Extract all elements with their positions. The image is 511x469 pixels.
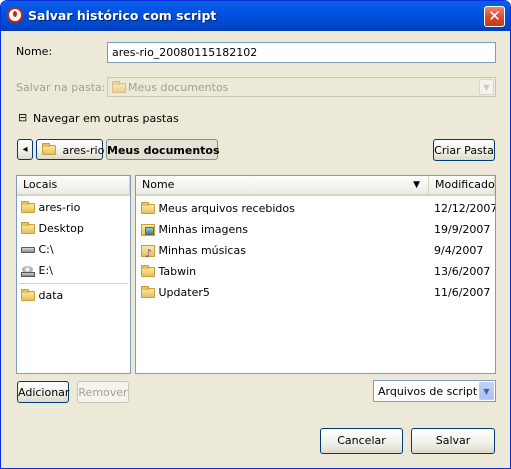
save-in-folder-combo: Meus documentos ▼	[107, 77, 496, 97]
file-list-panel: Nome ▼ Modificado Meus arquivos recebido…	[135, 175, 496, 374]
remove-place-button: Remover	[77, 381, 129, 403]
places-header[interactable]: Locais	[17, 176, 130, 196]
places-separator	[19, 283, 128, 284]
add-place-button[interactable]: Adicionar	[17, 381, 69, 403]
save-button[interactable]: Salvar	[411, 428, 495, 454]
place-item-label: ares-rio	[38, 201, 81, 214]
place-item-label: E:\	[38, 264, 53, 277]
file-name: Tabwin	[158, 265, 197, 278]
file-modified: 19/9/2007	[434, 223, 491, 236]
file-name: Meus arquivos recebidos	[158, 202, 295, 215]
file-row[interactable]: Meus arquivos recebidos	[141, 198, 295, 219]
chevron-down-icon[interactable]: ▼	[479, 382, 494, 400]
file-name: Minhas músicas	[158, 244, 246, 257]
close-icon: ✕	[488, 7, 501, 25]
modified-column-header[interactable]: Modificado	[429, 176, 495, 196]
save-dialog: Salvar histórico com script ✕ Nome: Salv…	[0, 0, 511, 469]
file-modified: 9/4/2007	[434, 244, 484, 257]
place-item-label: data	[38, 289, 64, 302]
filename-field[interactable]	[107, 42, 496, 63]
file-row[interactable]: Minhas imagens	[141, 219, 248, 240]
browse-folders-toggle[interactable]: Navegar em outras pastas	[33, 112, 179, 125]
path-segment-ares-rio[interactable]: ares-rio	[36, 139, 105, 160]
expander-icon[interactable]: ⊟	[18, 111, 27, 124]
folder-icon	[42, 143, 56, 155]
name-column-label: Nome	[142, 178, 175, 191]
places-panel: Locais ares-rio Desktop C:\ E:\ data	[16, 175, 131, 374]
place-item-label: C:\	[38, 243, 54, 256]
name-column-header[interactable]: Nome ▼	[136, 176, 429, 196]
folder-icon	[141, 286, 155, 298]
window-title: Salvar histórico com script	[28, 8, 217, 23]
arrow-left-icon: ◂	[22, 144, 28, 155]
file-type-value: Arquivos de script	[378, 385, 478, 398]
title-bar[interactable]: Salvar histórico com script ✕	[1, 1, 510, 31]
file-row[interactable]: Minhas músicas	[141, 240, 246, 264]
filename-input[interactable]	[108, 43, 495, 62]
save-in-folder-value: Meus documentos	[128, 81, 229, 94]
folder-icon	[141, 265, 155, 277]
place-item-e-drive[interactable]: E:\	[21, 260, 53, 281]
place-item-c-drive[interactable]: C:\	[21, 239, 54, 260]
folder-icon	[112, 81, 126, 93]
folder-icon	[21, 289, 35, 301]
file-row[interactable]: Updater5	[141, 282, 210, 303]
path-segment-meus-documentos[interactable]: Meus documentos	[106, 139, 220, 160]
file-row[interactable]: Tabwin	[141, 261, 196, 282]
create-folder-button[interactable]: Criar Pasta	[433, 139, 495, 161]
close-button[interactable]: ✕	[484, 6, 505, 27]
music-folder-icon	[141, 243, 155, 264]
file-modified: 11/6/2007	[434, 286, 491, 299]
place-item-label: Desktop	[38, 222, 84, 235]
hard-drive-icon	[21, 247, 35, 253]
place-item-ares-rio[interactable]: ares-rio	[21, 197, 80, 218]
path-back-button[interactable]: ◂	[17, 139, 33, 160]
place-item-desktop[interactable]: Desktop	[21, 218, 84, 239]
place-item-data[interactable]: data	[21, 285, 63, 306]
save-in-folder-label: Salvar na pasta:	[16, 81, 106, 94]
name-label: Nome:	[16, 45, 53, 58]
chevron-down-icon: ▼	[479, 79, 494, 95]
file-name: Updater5	[158, 286, 210, 299]
cd-drive-icon	[21, 265, 35, 277]
app-icon	[7, 7, 23, 23]
file-type-filter[interactable]: Arquivos de script ▼	[373, 380, 496, 402]
folder-icon	[21, 201, 35, 213]
folder-icon	[141, 202, 155, 214]
file-modified: 13/6/2007	[434, 265, 491, 278]
file-modified: 12/12/2007	[434, 202, 496, 215]
pictures-folder-icon	[141, 224, 155, 236]
cancel-button[interactable]: Cancelar	[320, 428, 403, 454]
sort-descending-icon: ▼	[413, 180, 420, 190]
file-name: Minhas imagens	[158, 223, 248, 236]
path-segment-label: ares-rio	[62, 144, 105, 157]
folder-icon	[21, 222, 35, 234]
